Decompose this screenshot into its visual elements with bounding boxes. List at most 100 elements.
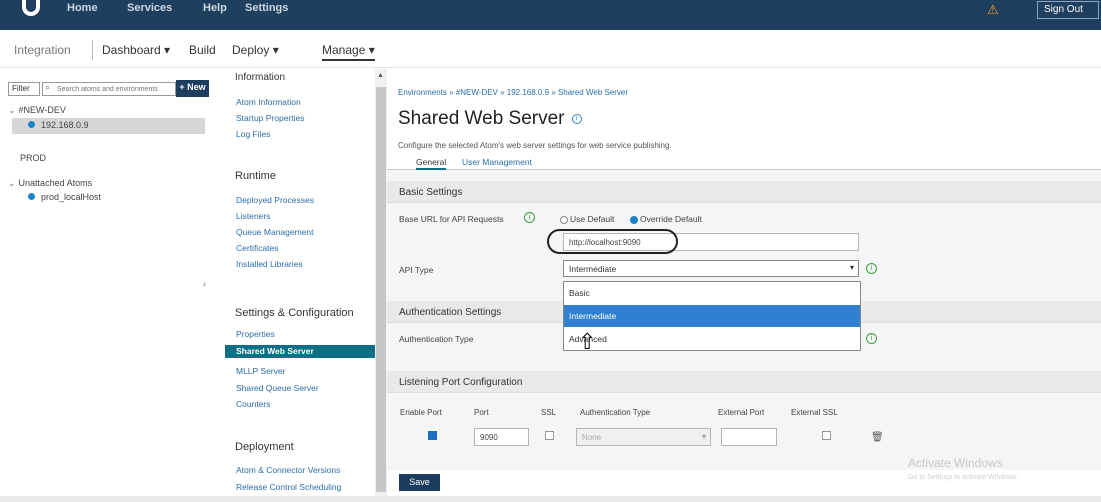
- sign-out-button[interactable]: Sign Out: [1037, 1, 1099, 19]
- integration-label[interactable]: Integration: [14, 43, 71, 57]
- port-auth-type-select[interactable]: None ▾: [576, 428, 711, 446]
- top-navigation-bar: Home Services Help Settings ⚠ Sign Out: [0, 0, 1101, 30]
- menu-link-certificates[interactable]: Certificates: [236, 243, 279, 253]
- menu-link-mllp-server[interactable]: MLLP Server: [236, 366, 285, 376]
- tree-item-prod-localhost[interactable]: prod_localHost: [28, 192, 101, 202]
- menu-link-listeners[interactable]: Listeners: [236, 211, 271, 221]
- tree-item-prod[interactable]: PROD: [20, 153, 46, 163]
- collapse-panel-handle[interactable]: ‹: [203, 279, 206, 290]
- page-title: Shared Web Server i: [398, 108, 582, 130]
- enable-port-checkbox[interactable]: [428, 431, 437, 440]
- external-ssl-checkbox[interactable]: [822, 431, 831, 440]
- menu-link-installed-libraries[interactable]: Installed Libraries: [236, 259, 303, 269]
- auth-type-help-icon[interactable]: i: [866, 333, 877, 344]
- filter-button[interactable]: Filter: [8, 82, 40, 96]
- menu-link-atom-information[interactable]: Atom Information: [236, 97, 301, 107]
- nav-settings[interactable]: Settings: [245, 2, 288, 14]
- annotation-circle: [547, 229, 678, 254]
- use-default-radio[interactable]: [560, 215, 568, 224]
- nav-divider: [92, 40, 93, 60]
- boomi-logo-icon[interactable]: [22, 0, 40, 16]
- tree-item-unattached-atoms[interactable]: ⌄ Unattached Atoms: [8, 178, 92, 189]
- ssl-checkbox[interactable]: [545, 431, 554, 440]
- dashboard-menu[interactable]: Dashboard ▾: [102, 43, 170, 57]
- external-port-input[interactable]: [721, 428, 777, 446]
- atom-status-icon: [28, 193, 35, 200]
- menu-link-deployed-processes[interactable]: Deployed Processes: [236, 195, 314, 205]
- api-type-select[interactable]: Intermediate ▾: [563, 260, 859, 277]
- new-button[interactable]: + New: [176, 80, 209, 97]
- delete-row-trash-icon[interactable]: 🗑: [871, 432, 884, 443]
- tab-user-management[interactable]: User Management: [462, 157, 532, 167]
- tree-item-new-dev[interactable]: ⌄ #NEW-DEV: [8, 105, 66, 116]
- col-ssl: SSL: [541, 408, 557, 417]
- port-input[interactable]: 9090: [474, 428, 529, 446]
- api-type-help-icon[interactable]: i: [866, 263, 877, 274]
- menu-link-shared-web-server[interactable]: Shared Web Server: [225, 345, 375, 358]
- basic-settings-label: Basic Settings: [399, 187, 463, 198]
- menu-link-release-control-scheduling[interactable]: Release Control Scheduling: [236, 482, 341, 492]
- base-url-help-icon[interactable]: i: [524, 212, 535, 223]
- breadcrumb[interactable]: Environments » #NEW-DEV » 192.168.0.9 » …: [398, 88, 628, 97]
- api-type-dropdown: Basic Intermediate Advanced: [563, 281, 861, 351]
- option-basic[interactable]: Basic: [564, 282, 860, 304]
- listening-port-header: Listening Port Configuration: [387, 371, 1101, 393]
- api-type-label: API Type: [399, 265, 434, 275]
- menu-link-atom-connector-versions[interactable]: Atom & Connector Versions: [236, 465, 340, 475]
- chevron-down-icon: ▾: [849, 263, 854, 272]
- bottom-bar: [0, 496, 1101, 502]
- page-description: Configure the selected Atom's web server…: [398, 141, 672, 150]
- deploy-label: Deploy: [232, 43, 270, 57]
- tree-item-label: #NEW-DEV: [18, 105, 66, 115]
- auth-type-label: Authentication Type: [399, 334, 474, 344]
- settings-configuration-heading: Settings & Configuration: [235, 307, 354, 319]
- atom-status-icon: [28, 121, 35, 128]
- col-external-ssl: External SSL: [791, 408, 838, 417]
- menu-link-startup-properties[interactable]: Startup Properties: [236, 113, 305, 123]
- deployment-heading: Deployment: [235, 441, 294, 453]
- menu-link-log-files[interactable]: Log Files: [236, 129, 271, 139]
- deploy-menu[interactable]: Deploy ▾: [232, 43, 279, 57]
- nav-help[interactable]: Help: [203, 2, 227, 14]
- col-enable-port: Enable Port: [400, 408, 442, 417]
- tree-item-192-168-0-9[interactable]: 192.168.0.9: [28, 120, 89, 130]
- menu-link-properties[interactable]: Properties: [236, 329, 275, 339]
- override-default-option[interactable]: Override Default: [626, 214, 702, 224]
- basic-settings-header: Basic Settings: [387, 181, 1101, 203]
- override-default-label: Override Default: [640, 214, 702, 224]
- tab-general[interactable]: General: [416, 157, 447, 170]
- override-default-radio[interactable]: [630, 215, 638, 224]
- tree-item-label: 192.168.0.9: [41, 120, 89, 130]
- option-intermediate[interactable]: Intermediate: [564, 305, 860, 327]
- menu-scrollbar[interactable]: ▲: [375, 69, 387, 502]
- manage-menu[interactable]: Manage ▾: [322, 43, 375, 61]
- mouse-pointer-arrow-icon: ⇧: [578, 329, 597, 354]
- menu-link-shared-queue-server[interactable]: Shared Queue Server: [236, 383, 319, 393]
- menu-link-counters[interactable]: Counters: [236, 399, 271, 409]
- search-input[interactable]: [42, 82, 176, 96]
- menu-link-queue-management[interactable]: Queue Management: [236, 227, 314, 237]
- col-port: Port: [474, 408, 489, 417]
- atom-tree-panel: Filter ⌕ + New ⌄#NEW-DEV 192.168.0.9 PRO…: [0, 69, 212, 502]
- scroll-up-icon[interactable]: ▲: [377, 72, 384, 79]
- information-heading: Information: [235, 72, 286, 83]
- nav-services[interactable]: Services: [127, 2, 172, 14]
- nav-home[interactable]: Home: [67, 2, 98, 14]
- notification-warning-icon[interactable]: ⚠: [987, 2, 999, 18]
- manage-label: Manage: [322, 43, 366, 57]
- listening-port-label: Listening Port Configuration: [399, 377, 523, 388]
- info-icon[interactable]: i: [571, 113, 582, 124]
- chevron-down-icon: ▾: [701, 432, 706, 441]
- save-button[interactable]: Save: [399, 474, 440, 491]
- search-icon: ⌕: [45, 82, 51, 92]
- build-menu[interactable]: Build: [189, 43, 216, 57]
- tree-item-label: prod_localHost: [41, 192, 102, 202]
- option-advanced[interactable]: Advanced: [564, 328, 860, 350]
- scrollbar-thumb[interactable]: [376, 87, 386, 492]
- runtime-heading: Runtime: [235, 170, 276, 182]
- tab-bar: General User Management: [387, 154, 1101, 170]
- use-default-option[interactable]: Use Default: [556, 214, 614, 224]
- authentication-settings-label: Authentication Settings: [399, 307, 502, 318]
- page-title-text: Shared Web Server: [398, 108, 565, 129]
- tree-item-label: PROD: [20, 153, 47, 163]
